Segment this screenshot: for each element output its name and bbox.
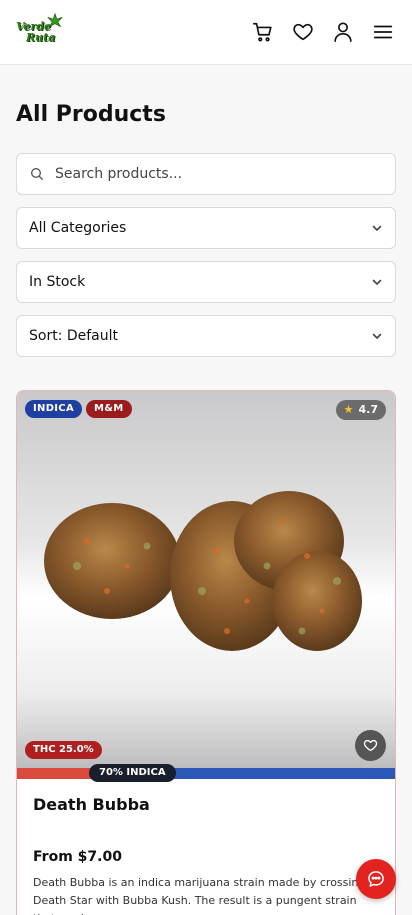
chat-icon [368,871,384,887]
strain-ratio-bar: 70% INDICA [17,764,395,782]
sort-select[interactable]: Sort: Default [16,315,396,357]
star-icon: ★ [343,403,354,416]
product-name[interactable]: Death Bubba [33,795,379,815]
thc-badge: THC 25.0% [25,741,102,759]
main-content: All Products All Categories In Stock Sor… [0,100,412,915]
search-input[interactable] [55,166,383,182]
wishlist-button[interactable] [290,19,316,45]
chat-button[interactable] [356,859,396,899]
product-description: Death Bubba is an indica marijuana strai… [33,876,366,915]
strain-label: 70% INDICA [89,764,176,782]
brand-badge: M&M [86,400,132,418]
account-button[interactable] [330,19,356,45]
cart-button[interactable] [250,19,276,45]
heart-icon [363,739,378,752]
sort-select-value: Sort: Default [29,328,119,344]
product-price: From $7.00 [33,849,122,865]
rating-badge: ★ 4.7 [335,400,386,420]
product-card[interactable]: INDICA M&M ★ 4.7 THC 25.0% 70% INDICA De… [16,390,396,915]
stock-select-value: In Stock [29,274,86,290]
category-select[interactable]: All Categories [16,207,396,249]
product-badges: INDICA M&M [25,400,136,418]
product-details: Death Bubba From $7.00 Death Bubba is an… [17,795,395,915]
heart-icon [293,23,313,41]
user-icon [334,22,352,42]
header-actions [236,19,396,45]
product-image[interactable]: INDICA M&M ★ 4.7 THC 25.0% [17,391,395,768]
rating-value: 4.7 [358,403,379,416]
cart-icon [253,22,272,42]
brand-logo[interactable]: Verde Ruta [16,12,68,50]
page-title: All Products [16,102,166,127]
leaf-icon [47,12,63,28]
favorite-button[interactable] [355,730,386,761]
menu-icon [373,25,393,39]
indica-badge: INDICA [25,400,82,418]
category-select-value: All Categories [29,220,127,236]
search-icon [31,168,43,180]
product-photo [44,491,362,651]
chevron-down-icon [372,225,382,232]
chevron-down-icon [372,333,382,340]
chevron-down-icon [372,279,382,286]
app-header: Verde Ruta [0,0,412,65]
logo-line-2: Ruta [26,31,56,44]
stock-select[interactable]: In Stock [16,261,396,303]
menu-button[interactable] [370,19,396,45]
search-field[interactable] [16,153,396,195]
